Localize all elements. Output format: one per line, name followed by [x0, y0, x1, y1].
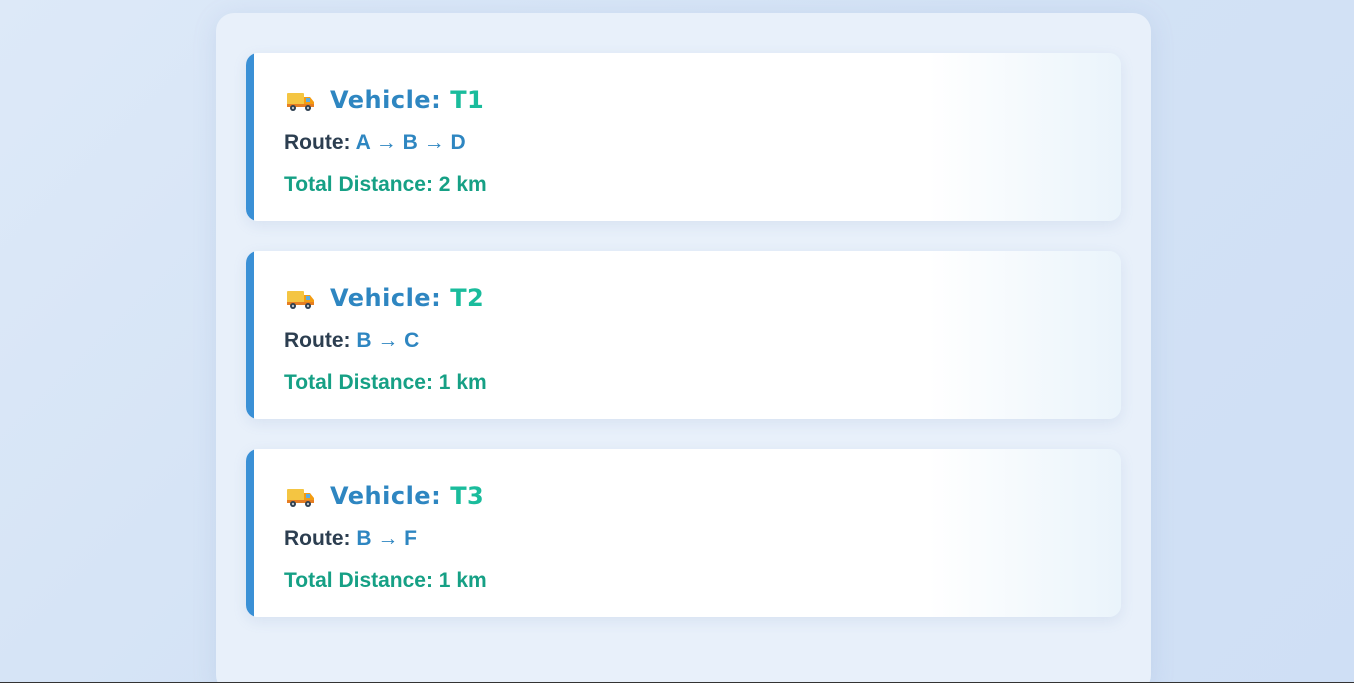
total-distance: Total Distance: 1 km	[284, 569, 487, 592]
route-path: B → F	[356, 527, 418, 550]
route-path: B → C	[356, 329, 420, 352]
route-line: Route: B → C	[284, 329, 419, 353]
vehicle-id: T2	[450, 284, 485, 312]
route-label: Route:	[284, 527, 351, 550]
vehicle-card-t3: Vehicle: T3 Route: B → F Total Distance:…	[246, 449, 1121, 617]
vehicle-card-t1: Vehicle: T1 Route: A → B → D Total Dista…	[246, 53, 1121, 221]
delivery-truck-icon	[287, 291, 314, 309]
route-line: Route: B → F	[284, 527, 417, 551]
vehicle-label: Vehicle:	[330, 86, 442, 114]
route-label: Route:	[284, 329, 351, 352]
route-label: Route:	[284, 131, 351, 154]
delivery-truck-icon	[287, 489, 314, 507]
vehicle-card-t2: Vehicle: T2 Route: B → C Total Distance:…	[246, 251, 1121, 419]
vehicle-label: Vehicle:	[330, 284, 442, 312]
vehicle-title: Vehicle: T2	[286, 283, 484, 313]
vehicle-label: Vehicle:	[330, 482, 442, 510]
route-path: A → B → D	[355, 131, 466, 154]
total-distance: Total Distance: 2 km	[284, 173, 487, 196]
route-line: Route: A → B → D	[284, 131, 466, 155]
vehicle-routes-panel: Vehicle: T1 Route: A → B → D Total Dista…	[216, 13, 1151, 683]
vehicle-title: Vehicle: T1	[286, 85, 484, 115]
vehicle-title: Vehicle: T3	[286, 481, 484, 511]
vehicle-id: T3	[450, 482, 485, 510]
vehicle-id: T1	[450, 86, 485, 114]
delivery-truck-icon	[287, 93, 314, 111]
total-distance: Total Distance: 1 km	[284, 371, 487, 394]
